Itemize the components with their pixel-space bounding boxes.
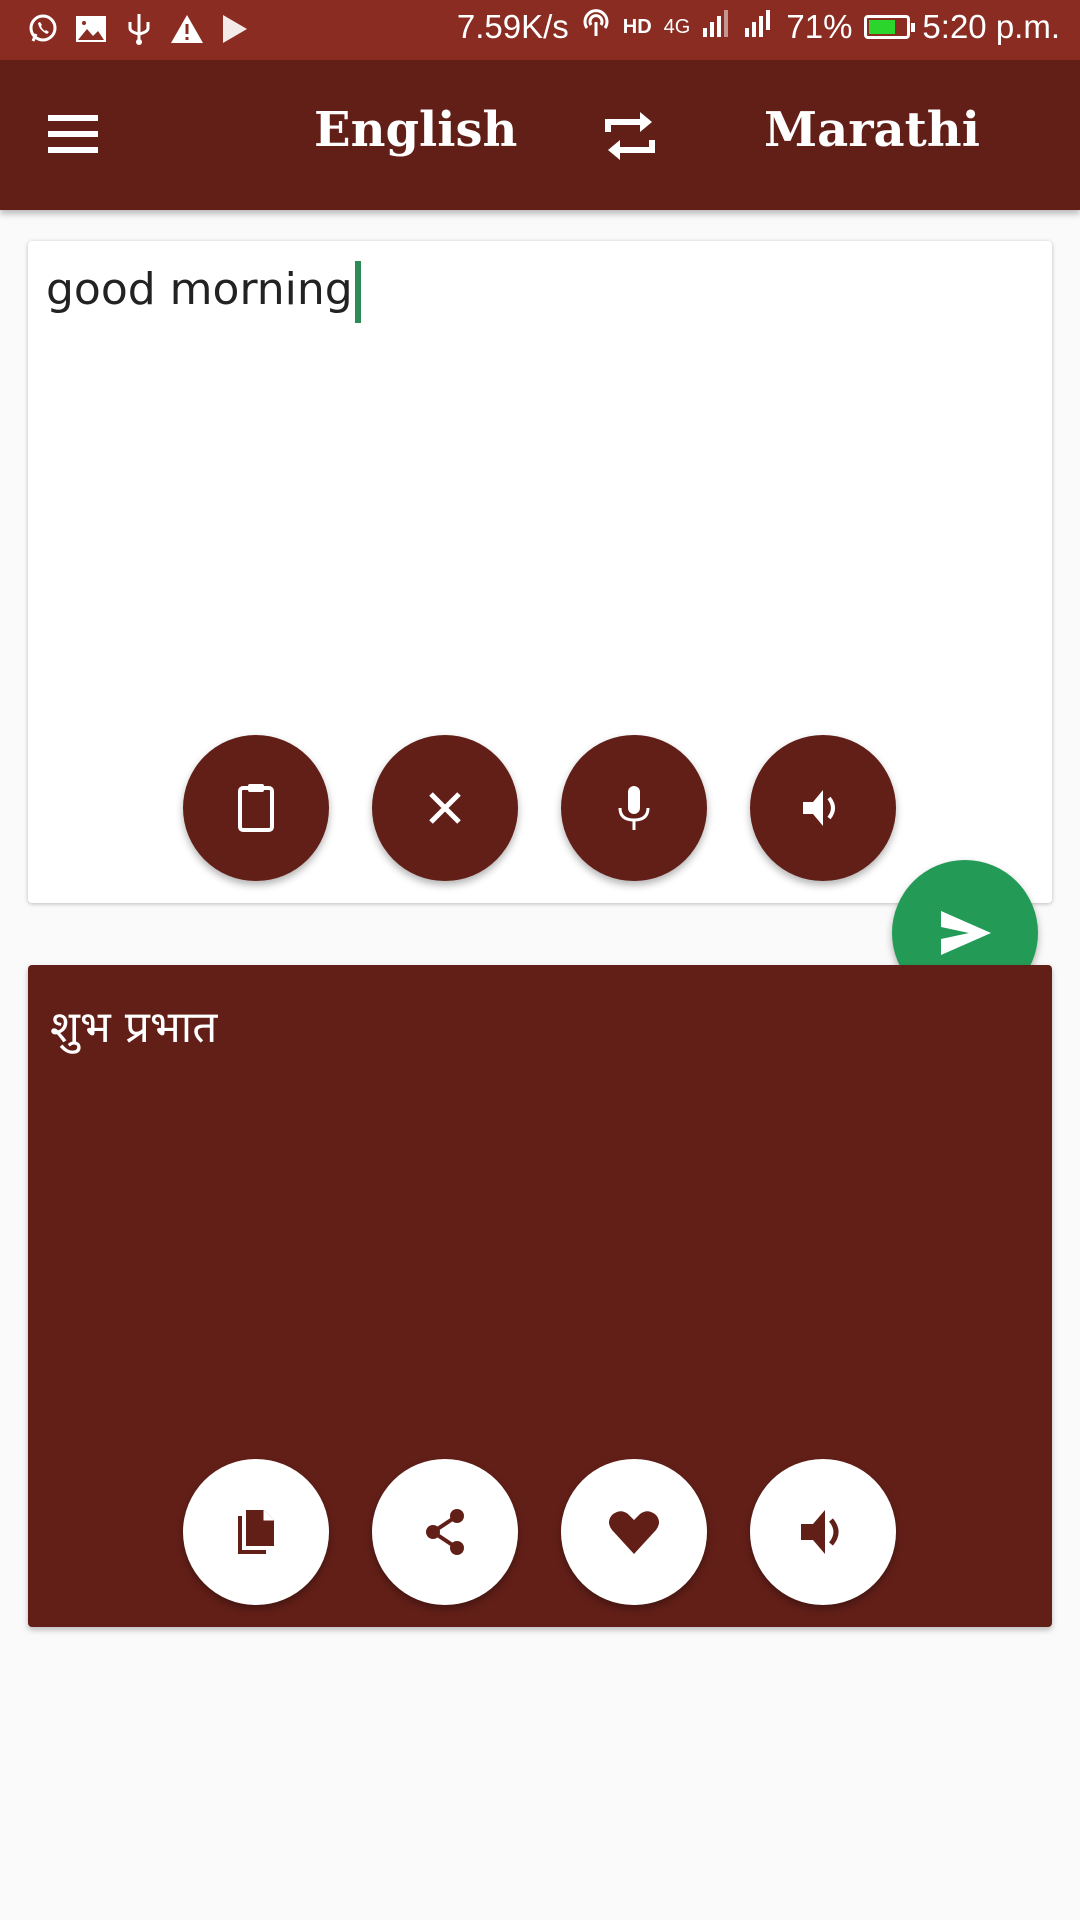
play-store-icon bbox=[218, 12, 252, 46]
heart-icon bbox=[609, 1511, 659, 1554]
clipboard-icon bbox=[238, 784, 274, 832]
clock: 5:20 p.m. bbox=[922, 8, 1060, 45]
warning-icon bbox=[170, 12, 204, 46]
text-caret bbox=[354, 261, 361, 323]
source-text: good morning bbox=[46, 264, 353, 315]
whatsapp-icon bbox=[26, 12, 60, 46]
swap-languages-icon[interactable] bbox=[604, 108, 656, 164]
voice-input-button[interactable] bbox=[561, 735, 707, 881]
hamburger-menu-icon[interactable] bbox=[48, 115, 98, 155]
translated-text: शुभ प्रभात bbox=[50, 1002, 218, 1053]
share-button[interactable] bbox=[372, 1459, 518, 1605]
favorite-button[interactable] bbox=[561, 1459, 707, 1605]
speaker-icon bbox=[803, 790, 835, 826]
system-indicators: 7.59K/s HD 4G 71% 5:20 p.m. bbox=[457, 8, 1060, 46]
image-icon bbox=[74, 12, 108, 46]
share-icon bbox=[426, 1509, 464, 1555]
status-bar: 7.59K/s HD 4G 71% 5:20 p.m. bbox=[0, 0, 1080, 60]
copy-icon bbox=[238, 1510, 274, 1554]
hd-voice-icon: HD bbox=[622, 15, 652, 38]
paste-button[interactable] bbox=[183, 735, 329, 881]
app-bar: English Marathi bbox=[0, 60, 1080, 210]
source-text-input[interactable]: good morning bbox=[46, 261, 1026, 323]
copy-button[interactable] bbox=[183, 1459, 329, 1605]
speak-source-button[interactable] bbox=[750, 735, 896, 881]
signal-sim1-icon bbox=[702, 8, 732, 46]
send-icon bbox=[941, 911, 991, 955]
microphone-icon bbox=[618, 786, 650, 830]
hotspot-icon bbox=[581, 8, 611, 46]
battery-icon bbox=[864, 15, 916, 39]
output-card: शुभ प्रभात bbox=[28, 965, 1052, 1627]
network-speed: 7.59K/s bbox=[456, 8, 569, 45]
clear-button[interactable] bbox=[372, 735, 518, 881]
target-language-selector[interactable]: Marathi bbox=[764, 102, 980, 158]
signal-sim2-icon bbox=[744, 8, 774, 46]
battery-fill bbox=[869, 20, 896, 34]
speak-translation-button[interactable] bbox=[750, 1459, 896, 1605]
battery-percent: 71% bbox=[786, 8, 853, 45]
notification-icons bbox=[26, 12, 252, 46]
close-icon bbox=[429, 792, 461, 824]
network-type: 4G bbox=[663, 15, 691, 38]
usb-icon bbox=[122, 12, 156, 46]
source-language-selector[interactable]: English bbox=[314, 102, 517, 158]
speaker-icon bbox=[801, 1510, 839, 1554]
input-card: good morning bbox=[28, 241, 1052, 903]
